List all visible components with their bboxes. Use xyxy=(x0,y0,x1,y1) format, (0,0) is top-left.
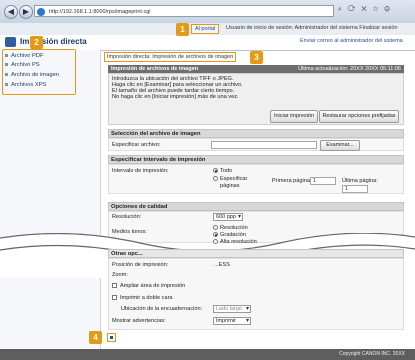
browser-toolbar: ◀ ▶ http://192.168.1.1:8000/rps/imagepri… xyxy=(0,0,415,24)
range-specify-radio[interactable] xyxy=(213,176,218,181)
binding-select[interactable]: Lado largo xyxy=(213,305,251,313)
last-updated: Última actualización: 20XX 20XX 05:11:06 xyxy=(298,66,401,72)
section-quality: Opciones de calidad xyxy=(108,202,404,211)
range-specify-label: Especificar páginas xyxy=(220,176,248,189)
section-print-range: Especificar intervalo de impresión xyxy=(108,155,404,164)
section-file-selection: Selección del archivo de imagen xyxy=(108,129,404,138)
bullet-icon xyxy=(5,72,8,76)
sidebar-item-xps[interactable]: Archivos XPS xyxy=(5,82,46,88)
breadcrumb: Impresión directa: Impresión de archivos… xyxy=(104,52,237,62)
halftone-resolution-radio[interactable] xyxy=(213,225,218,230)
callout-badge-2: 2 xyxy=(30,36,43,49)
browse-button[interactable]: Examinar... xyxy=(320,140,360,151)
sidebar xyxy=(0,50,101,360)
file-path-input[interactable] xyxy=(211,141,317,149)
range-all-label: Todo xyxy=(220,168,233,174)
duplex-label: Imprimir a doble cara xyxy=(120,295,173,301)
enlarge-area-checkbox[interactable] xyxy=(112,283,117,288)
callout-badge-1: 1 xyxy=(176,23,189,36)
back-arrow-icon[interactable]: ◀ xyxy=(4,5,18,19)
range-label: Intervalo de impresión: xyxy=(112,168,169,174)
first-page-input[interactable]: 1 xyxy=(310,177,336,185)
bullet-icon xyxy=(5,53,8,57)
app-logo-icon xyxy=(5,37,16,47)
file-label: Especificar archivo: xyxy=(112,142,161,148)
panel-header: Impresión de archivos de imagen Última a… xyxy=(108,65,404,73)
sidebar-item-image[interactable]: Archivo de imagen xyxy=(5,72,59,78)
instruction-line: No haga clic en [Iniciar impresión] más … xyxy=(112,94,239,100)
footer: Copyright CANON INC. 20XX xyxy=(0,349,415,360)
resolution-select[interactable]: 600 ppp xyxy=(213,213,243,221)
page-top-icon xyxy=(109,335,113,339)
zoom-label: Zoom: xyxy=(112,272,128,278)
user-info: Usuario de inicio de sesión: Administrad… xyxy=(226,25,398,31)
range-all-radio[interactable] xyxy=(213,168,218,173)
address-bar[interactable]: http://192.168.1.1:8000/rps/imageprint.c… xyxy=(34,5,334,17)
print-position-value[interactable]: ...ESS xyxy=(214,262,230,268)
callout-badge-4: 4 xyxy=(89,331,102,344)
warnings-label: Mostrar advertencias: xyxy=(112,318,166,324)
bullet-icon xyxy=(5,82,8,86)
binding-label: Ubicación de la encuadernación: xyxy=(121,306,203,312)
restore-defaults-button[interactable]: Restaurar opciones prefijadas xyxy=(319,110,399,123)
send-admin-link[interactable]: Enviar correo al administrador del siste… xyxy=(300,38,403,44)
sidebar-item-ps[interactable]: Archivo PS xyxy=(5,62,40,68)
start-print-button[interactable]: Iniciar impresión xyxy=(270,110,318,123)
last-page-label: Última página: xyxy=(342,178,378,184)
resolution-label: Resolución: xyxy=(112,214,142,220)
first-page-label: Primera página: xyxy=(272,178,312,184)
browser-tool-icons[interactable]: ⌕ ⟳ ✕ ☆ ⚙ xyxy=(338,6,392,14)
warnings-select[interactable]: Imprimir xyxy=(213,317,251,325)
last-page-input[interactable]: 1 xyxy=(342,185,368,193)
panel-title: Impresión de archivos de imagen xyxy=(111,66,199,72)
bullet-icon xyxy=(5,62,8,66)
forward-arrow-icon[interactable]: ▶ xyxy=(19,5,33,19)
enlarge-area-label: Ampliar área de impresión xyxy=(120,283,186,289)
copyright: Copyright CANON INC. 20XX xyxy=(339,351,405,357)
section-other: Otras opc... xyxy=(108,249,404,258)
browser-logo-icon xyxy=(37,8,45,16)
print-position-label: Posición de impresión: xyxy=(112,262,169,268)
callout-badge-3: 3 xyxy=(250,51,263,64)
url-text: http://192.168.1.1:8000/rps/imageprint.c… xyxy=(49,9,151,15)
page-top-button[interactable] xyxy=(107,333,116,342)
halftone-resolution-label: Resolución xyxy=(220,225,248,231)
sidebar-item-pdf[interactable]: Archivo PDF xyxy=(5,53,44,59)
duplex-checkbox[interactable] xyxy=(112,295,117,300)
portal-link[interactable]: Al portal xyxy=(191,24,220,34)
